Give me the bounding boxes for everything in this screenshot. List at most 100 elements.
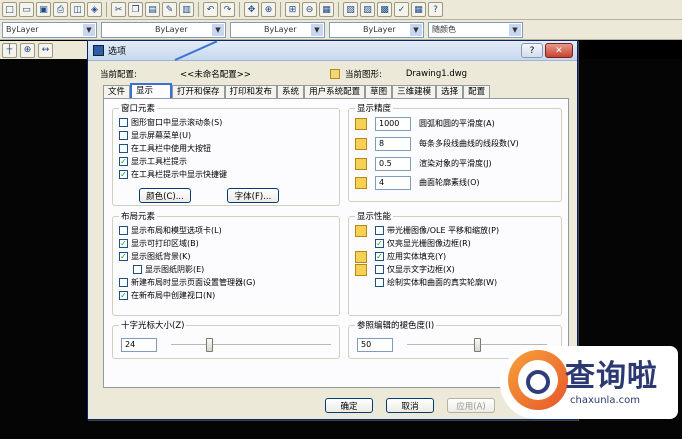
- lineweight-combo[interactable]: ByLayer ▼: [329, 21, 424, 38]
- color-combo[interactable]: ByLayer ▼: [101, 21, 226, 38]
- checkbox-row[interactable]: 显示布局和模型选项卡(L): [119, 225, 222, 236]
- plotstyle-combo[interactable]: 随颜色 ▼: [428, 21, 523, 38]
- close-button[interactable]: ✕: [545, 43, 573, 58]
- current-profile-label: 当前配置:: [100, 69, 137, 80]
- checkbox-checked[interactable]: ✓: [119, 170, 128, 179]
- sheet-set-icon[interactable]: ▩: [377, 2, 392, 17]
- cut-icon[interactable]: ✂: [111, 2, 126, 17]
- markup-icon[interactable]: ✓: [394, 2, 409, 17]
- crosshair-icon[interactable]: ┼: [2, 42, 17, 58]
- zoom-previous-icon[interactable]: ⊖: [302, 2, 317, 17]
- checkbox-checked[interactable]: ✓: [119, 291, 128, 300]
- checkbox-row[interactable]: ✓ 应用实体填充(Y): [375, 251, 446, 262]
- checkbox-row[interactable]: 在工具栏中使用大按钮: [119, 143, 211, 154]
- checkbox-unchecked[interactable]: [375, 226, 384, 235]
- crosshair-size-input[interactable]: 24: [121, 338, 157, 352]
- tab-plot-publish[interactable]: 打印和发布: [224, 85, 278, 99]
- checkbox-row[interactable]: 图形窗口中显示滚动条(S): [119, 117, 222, 128]
- ok-button[interactable]: 确定: [325, 398, 373, 413]
- checkbox-unchecked[interactable]: [375, 278, 384, 287]
- checkbox-unchecked[interactable]: [119, 226, 128, 235]
- checkbox-label: 显示图纸阴影(E): [145, 265, 205, 274]
- linetype-combo[interactable]: ByLayer ▼: [230, 21, 325, 38]
- checkbox-unchecked[interactable]: [375, 265, 384, 274]
- xref-fade-slider[interactable]: [474, 338, 481, 352]
- apply-button[interactable]: 应用(A): [447, 398, 495, 413]
- checkbox-row[interactable]: ✓ 显示工具栏提示: [119, 156, 187, 167]
- cancel-button[interactable]: 取消: [386, 398, 434, 413]
- toolbar-separator: [198, 2, 199, 17]
- aperture-icon[interactable]: ⊕: [20, 42, 35, 58]
- zoom-window-icon[interactable]: ⊞: [285, 2, 300, 17]
- checkbox-label: 显示可打印区域(B): [131, 239, 199, 248]
- tab-display[interactable]: 显示: [130, 83, 173, 99]
- tab-files[interactable]: 文件: [103, 85, 131, 99]
- properties-icon[interactable]: ▦: [319, 2, 334, 17]
- resolution-input[interactable]: 1000: [375, 116, 411, 131]
- tab-open-save[interactable]: 打开和保存: [172, 85, 225, 99]
- save-icon[interactable]: ▣: [36, 2, 51, 17]
- redo-icon[interactable]: ↷: [220, 2, 235, 17]
- xref-fade-input[interactable]: 50: [357, 338, 393, 352]
- checkbox-label: 绘制实体和曲面的真实轮廓(W): [387, 278, 498, 287]
- checkbox-row[interactable]: ✓ 显示可打印区域(B): [119, 238, 199, 249]
- checkbox-checked[interactable]: ✓: [375, 252, 384, 261]
- calculator-icon[interactable]: ▦: [411, 2, 426, 17]
- pan-icon[interactable]: ✥: [244, 2, 259, 17]
- help-button[interactable]: ?: [521, 43, 543, 58]
- publish-icon[interactable]: ◈: [87, 2, 102, 17]
- checkbox-checked[interactable]: ✓: [119, 252, 128, 261]
- tab-selection[interactable]: 选择: [436, 85, 464, 99]
- design-center-icon[interactable]: ▧: [343, 2, 358, 17]
- resolution-input[interactable]: 0.5: [375, 156, 411, 171]
- checkbox-unchecked[interactable]: [119, 118, 128, 127]
- open-icon[interactable]: ▭: [19, 2, 34, 17]
- dialog-titlebar[interactable]: 选项 ? ✕: [88, 41, 577, 61]
- tab-user-preferences[interactable]: 用户系统配置: [304, 85, 366, 99]
- checkbox-checked[interactable]: ✓: [119, 239, 128, 248]
- checkbox-unchecked[interactable]: [133, 265, 142, 274]
- layer-combo[interactable]: ByLayer ▼: [2, 21, 97, 38]
- checkbox-checked[interactable]: ✓: [119, 157, 128, 166]
- paste-icon[interactable]: ▤: [145, 2, 160, 17]
- checkbox-row[interactable]: 新建布局时显示页面设置管理器(G): [119, 277, 255, 288]
- checkbox-row[interactable]: 显示屏幕菜单(U): [119, 130, 191, 141]
- checkbox-row[interactable]: 显示图纸阴影(E): [133, 264, 204, 275]
- checkbox-row[interactable]: ✓ 在工具栏提示中显示快捷键: [119, 169, 227, 180]
- copy-icon[interactable]: ❐: [128, 2, 143, 17]
- crosshair-size-slider[interactable]: [206, 338, 214, 352]
- checkbox-unchecked[interactable]: [119, 278, 128, 287]
- undo-icon[interactable]: ↶: [203, 2, 218, 17]
- fonts-button[interactable]: 字体(F)...: [227, 188, 279, 203]
- checkbox-row[interactable]: ✓ 在新布局中创建视口(N): [119, 290, 215, 301]
- dimension-icon[interactable]: ↔: [38, 42, 53, 58]
- new-icon[interactable]: □: [2, 2, 17, 17]
- checkbox-checked[interactable]: ✓: [375, 239, 384, 248]
- checkbox-row[interactable]: 绘制实体和曲面的真实轮廓(W): [375, 277, 497, 288]
- tab-3d-modeling[interactable]: 三维建模: [392, 85, 437, 99]
- colors-button[interactable]: 颜色(C)...: [139, 188, 191, 203]
- tab-drafting[interactable]: 草图: [365, 85, 393, 99]
- checkbox-label: 显示布局和模型选项卡(L): [131, 226, 222, 235]
- checkbox-row[interactable]: 带光栅图像/OLE 平移和缩放(P): [375, 225, 499, 236]
- draw-toolbar: ┼ ⊕ ↔: [0, 41, 88, 59]
- match-properties-icon[interactable]: ✎: [162, 2, 177, 17]
- checkbox-unchecked[interactable]: [119, 131, 128, 140]
- checkbox-row[interactable]: ✓ 仅亮显光栅图像边框(R): [375, 238, 471, 249]
- checkbox-row[interactable]: ✓ 显示图纸背景(K): [119, 251, 191, 262]
- help-icon[interactable]: ?: [428, 2, 443, 17]
- checkbox-row[interactable]: 仅显示文字边框(X): [375, 264, 455, 275]
- plot-preview-icon[interactable]: ◫: [70, 2, 85, 17]
- checkbox-label: 应用实体填充(Y): [387, 252, 447, 261]
- properties-toolbar: ByLayer ▼ ByLayer ▼ ByLayer ▼ ByLayer ▼ 随颜色 ▼: [0, 20, 682, 40]
- tool-palettes-icon[interactable]: ▨: [360, 2, 375, 17]
- resolution-input[interactable]: 4: [375, 175, 411, 190]
- tab-system[interactable]: 系统: [277, 85, 305, 99]
- zoom-realtime-icon[interactable]: ⊕: [261, 2, 276, 17]
- resolution-input[interactable]: 8: [375, 136, 411, 151]
- tab-profiles[interactable]: 配置: [463, 85, 491, 99]
- print-icon[interactable]: ⎙: [53, 2, 68, 17]
- checkbox-label: 显示图纸背景(K): [131, 252, 191, 261]
- block-editor-icon[interactable]: ▥: [179, 2, 194, 17]
- checkbox-unchecked[interactable]: [119, 144, 128, 153]
